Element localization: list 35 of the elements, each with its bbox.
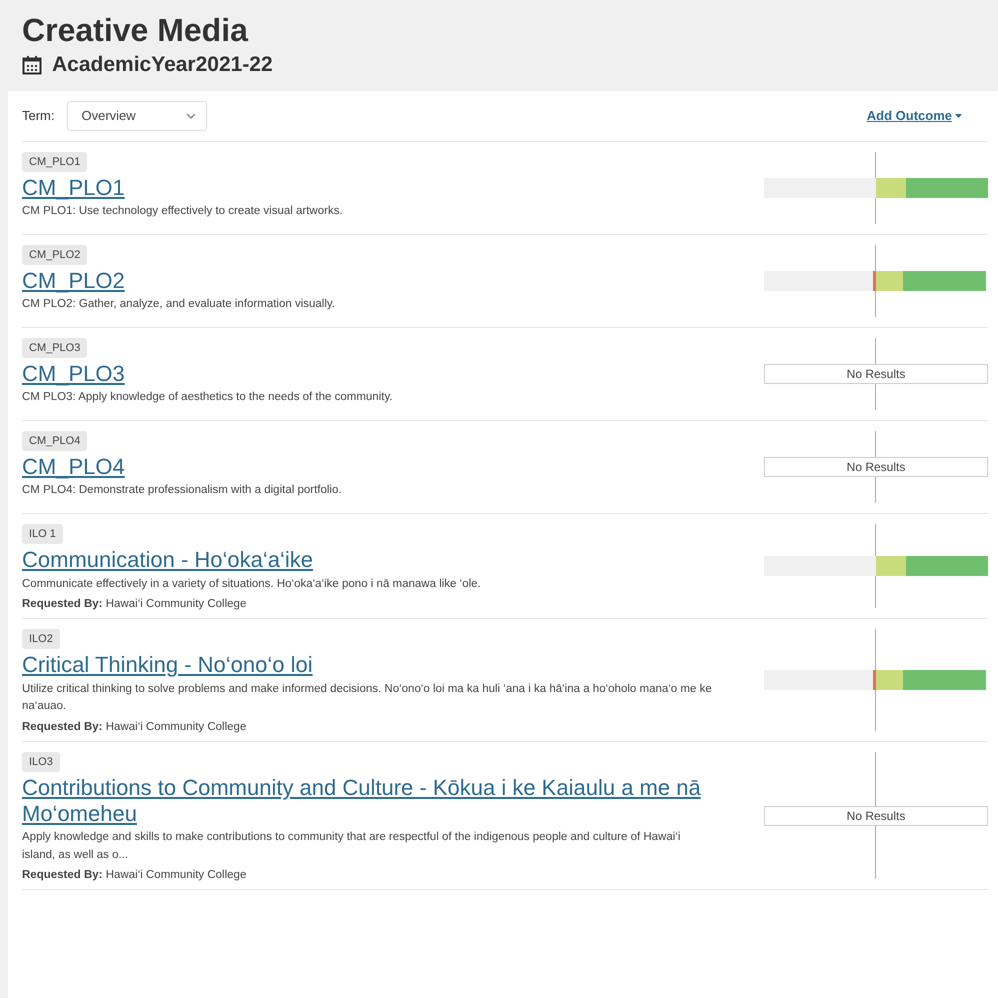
- outcome-tag: ILO2: [22, 629, 60, 650]
- outcome-description: CM PLO2: Gather, analyze, and evaluate information visually.: [22, 297, 336, 312]
- requested-by: Requested By: Hawai‘i Community College: [22, 721, 246, 734]
- outcome-description: CM PLO3: Apply knowledge of aesthetics to the needs of the community.: [22, 390, 393, 406]
- outcome-tag: CM_PLO4: [22, 431, 88, 452]
- outcome-description: Communicate effectively in a variety of situations. Ho‘oka‘a‘ike pono i nā manawa like ‘ole.: [22, 576, 481, 592]
- requested-by: Requested By: Hawai‘i Community College: [22, 598, 246, 610]
- outcome-description: CM PLO4: Demonstrate professionalism with a digital portfolio.: [22, 483, 342, 498]
- outcome-title-link[interactable]: Critical Thinking - No‘ono‘o loi: [22, 652, 313, 678]
- outcome-tag: ILO 1: [22, 524, 63, 544]
- outcome-title-link[interactable]: Contributions to Community and Culture - Kōkua i ke Kaiaulu a me nā Mo‘omeheu: [22, 775, 712, 826]
- academic-year: AcademicYear2021-22: [52, 52, 273, 77]
- outcome-tag: CM_PLO2: [22, 244, 88, 265]
- term-select[interactable]: Overview: [66, 100, 206, 131]
- requested-by: Requested By: Hawai‘i Community College: [22, 869, 246, 882]
- no-results-label: No Results: [764, 806, 988, 826]
- outcome-title-link[interactable]: Communication - Ho‘oka‘a‘ike: [22, 547, 314, 573]
- outcome-title-link[interactable]: CM_PLO3: [22, 361, 125, 386]
- outcome-tag: ILO3: [22, 752, 60, 772]
- outcome-title-link[interactable]: CM_PLO1: [22, 174, 125, 200]
- chevron-down-icon: [186, 112, 196, 119]
- add-outcome-link[interactable]: Add Outcome: [866, 108, 962, 124]
- outcome-description: CM PLO1: Use technology effectively to create visual artworks.: [22, 204, 343, 220]
- term-label: Term:: [22, 108, 54, 124]
- outcome-title-link[interactable]: CM_PLO4: [22, 454, 125, 480]
- page-title: Creative Media: [22, 12, 250, 49]
- outcome-title-link[interactable]: CM_PLO2: [22, 268, 125, 294]
- outcome-description: Apply knowledge and skills to make contributions to community that are respectful of the indigenous people and culture of Hawai‘i island, as well as o...: [22, 830, 682, 863]
- no-results-label: No Results: [764, 457, 988, 478]
- caret-icon: [955, 114, 962, 118]
- outcome-tag: CM_PLO1: [22, 152, 88, 172]
- outcome-tag: CM_PLO3: [22, 338, 88, 358]
- outcome-description: Utilize critical thinking to solve problems and make informed decisions. No‘ono‘o loi ma ka huli ‘ana i ka hā‘ina a ho‘oholo mana‘o me ke na‘auao.: [22, 682, 712, 714]
- calendar-icon: [22, 54, 42, 75]
- no-results-label: No Results: [764, 364, 988, 384]
